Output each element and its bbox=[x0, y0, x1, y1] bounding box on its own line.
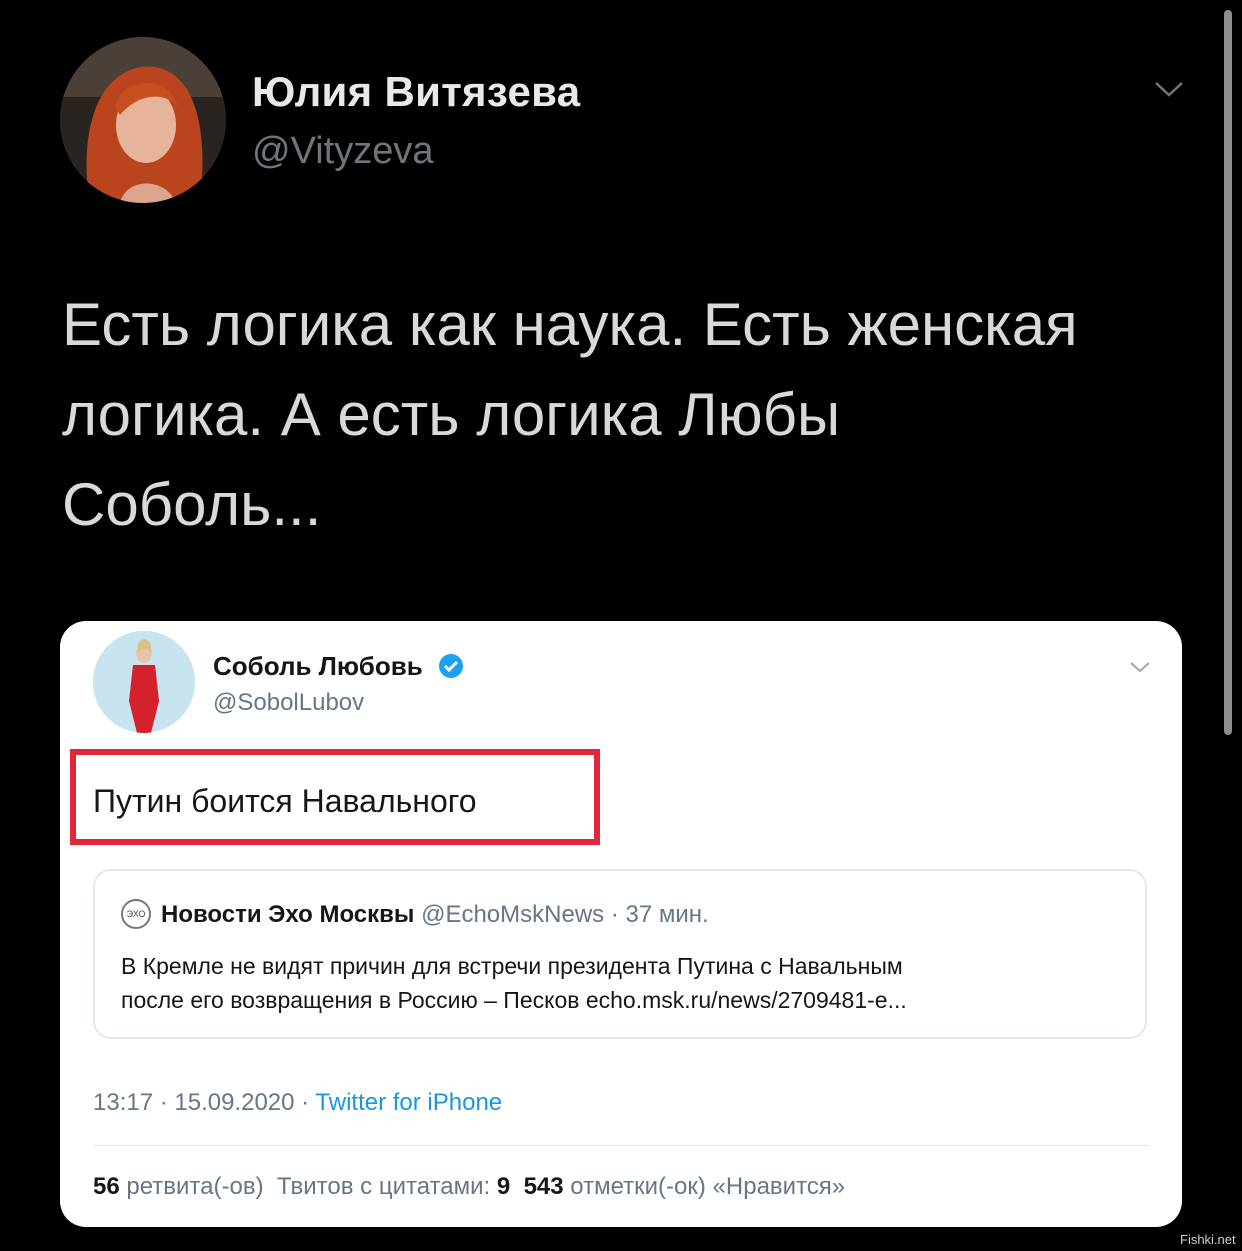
tweet-stats: 56 ретвита(-ов) Твитов с цитатами: 9 543… bbox=[93, 1173, 845, 1201]
tweet-datetime: 13:17 · 15.09.2020 · bbox=[93, 1089, 310, 1116]
embedded-author-handle: @SobolLubov bbox=[213, 689, 365, 716]
tweet-text: Есть логика как наука. Есть женская логи… bbox=[62, 280, 1202, 550]
retweets-count: 56 bbox=[93, 1173, 120, 1200]
chevron-down-icon bbox=[1130, 662, 1150, 673]
quotes-label: Твитов с цитатами: bbox=[276, 1173, 491, 1200]
quoted-time: · 37 мин. bbox=[610, 901, 709, 928]
author-name[interactable]: Юлия Витязева bbox=[252, 68, 580, 116]
quoted-body: В Кремле не видят причин для встречи пре… bbox=[121, 949, 1131, 1017]
quoted-line: В Кремле не видят причин для встречи пре… bbox=[121, 953, 903, 979]
embedded-author-avatar bbox=[93, 631, 195, 733]
embedded-tweet-image[interactable]: Соболь Любовь @SobolLubov Путин боится Н… bbox=[60, 621, 1182, 1227]
quoted-line: после его возвращения в Россию – Песков … bbox=[121, 987, 907, 1013]
tweet-line: логика. А есть логика Любы bbox=[62, 381, 841, 448]
retweets-label: ретвита(-ов) bbox=[126, 1173, 264, 1200]
tweet-meta: 13:17 · 15.09.2020 · Twitter for iPhone bbox=[93, 1089, 502, 1117]
watermark: Fishki.net bbox=[1180, 1232, 1236, 1247]
tweet-line: Есть логика как наука. Есть женская bbox=[62, 291, 1078, 358]
quoted-name: Новости Эхо Москвы bbox=[161, 901, 415, 928]
verified-badge-icon bbox=[439, 654, 463, 678]
quoted-handle: @EchoMskNews bbox=[421, 901, 605, 928]
author-avatar[interactable] bbox=[60, 37, 226, 203]
embedded-author-name: Соболь Любовь bbox=[213, 651, 423, 681]
tweet-line: Соболь... bbox=[62, 471, 322, 538]
chevron-down-icon[interactable] bbox=[1152, 72, 1186, 106]
divider bbox=[93, 1145, 1149, 1146]
likes-count: 543 bbox=[523, 1173, 564, 1200]
tweet-source: Twitter for iPhone bbox=[315, 1089, 503, 1116]
likes-label: отметки(-ок) «Нравится» bbox=[570, 1173, 846, 1200]
embedded-tweet-text: Путин боится Навального bbox=[93, 783, 477, 819]
scrollbar[interactable] bbox=[1224, 10, 1232, 735]
quoted-header: Новости Эхо Москвы @EchoMskNews · 37 мин… bbox=[161, 901, 709, 929]
quoted-tweet: ЭХО Новости Эхо Москвы @EchoMskNews · 37… bbox=[93, 869, 1147, 1039]
quotes-count: 9 bbox=[496, 1173, 511, 1200]
author-handle[interactable]: @Vityzeva bbox=[252, 130, 434, 173]
echo-logo-icon: ЭХО bbox=[121, 899, 151, 929]
